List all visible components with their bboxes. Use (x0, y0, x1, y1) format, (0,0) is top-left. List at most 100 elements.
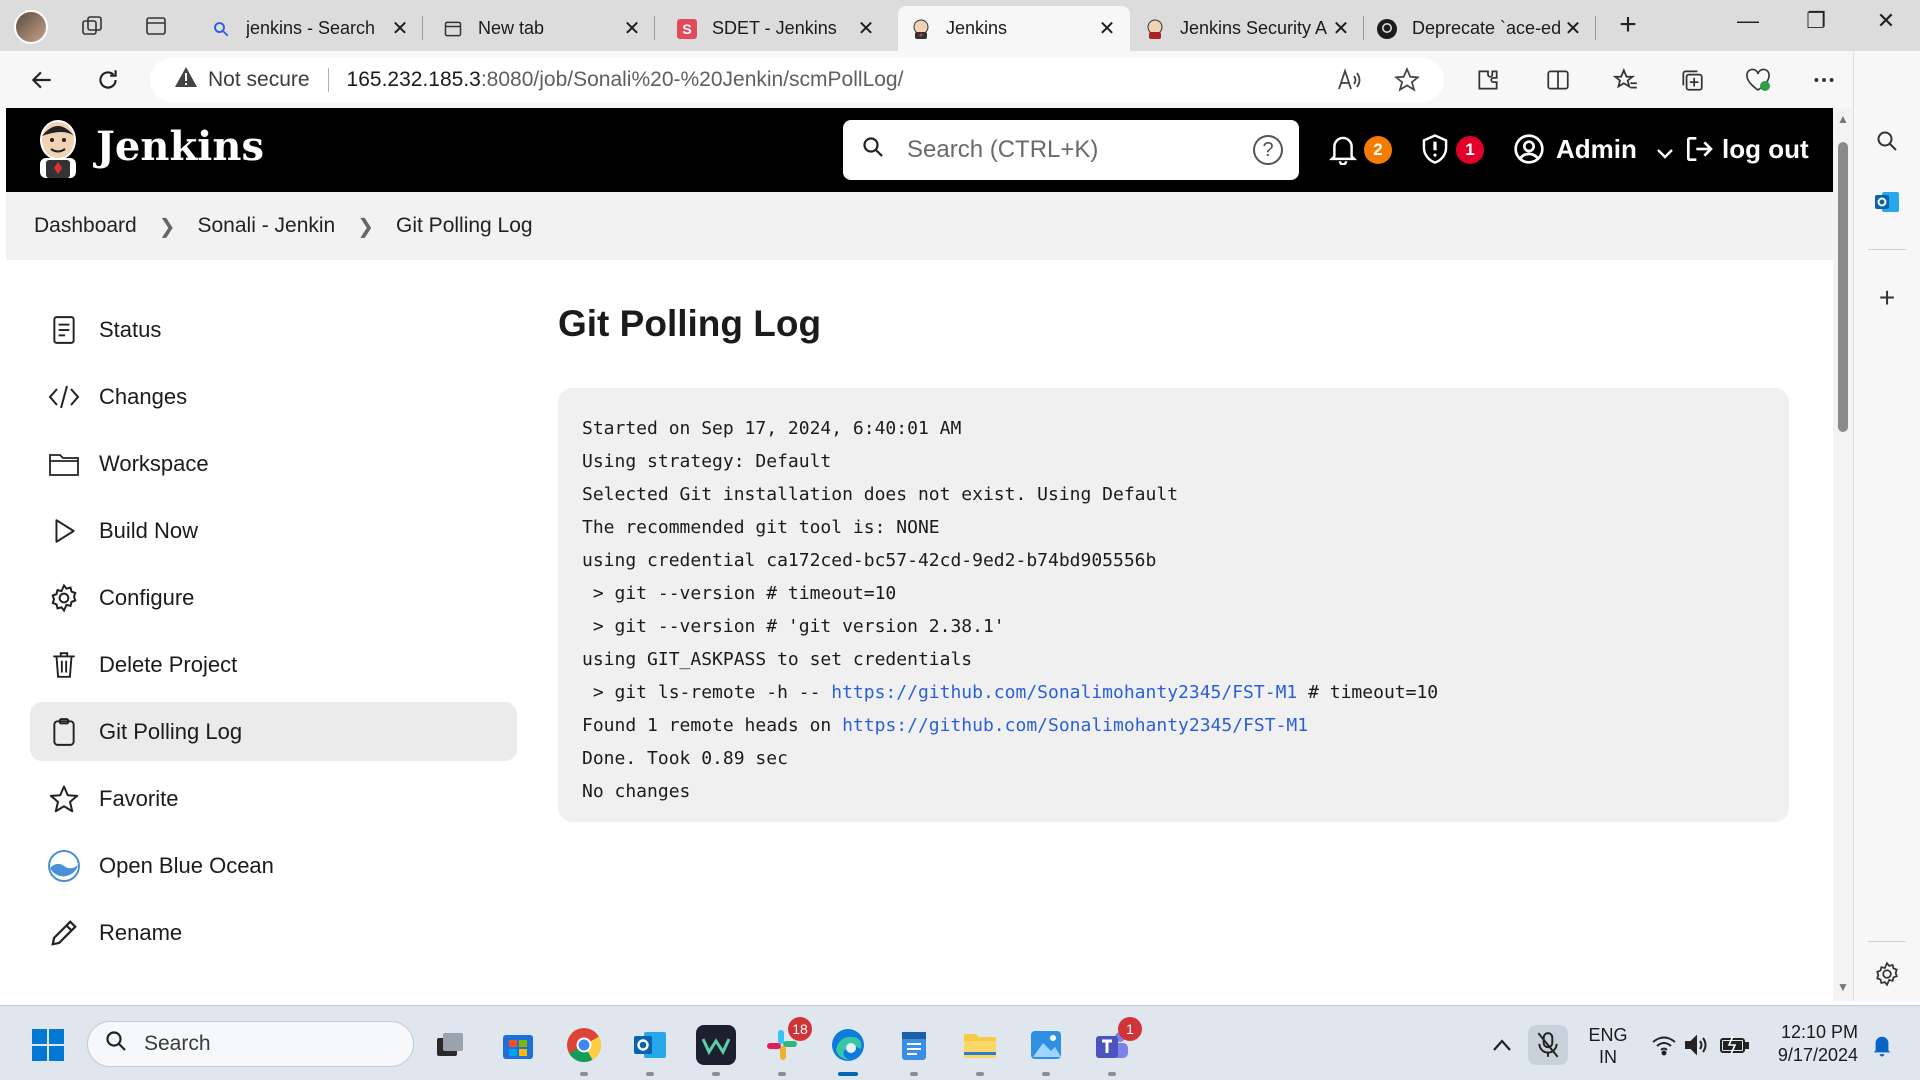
breadcrumb-current[interactable]: Git Polling Log (396, 214, 533, 238)
edge-icon[interactable] (828, 1025, 868, 1076)
sidebar-item-git-polling-log[interactable]: Git Polling Log (30, 702, 517, 761)
read-aloud-icon[interactable] (1336, 67, 1362, 99)
clock[interactable]: 12:10 PM 9/17/2024 (1766, 1021, 1858, 1067)
browser-essentials-icon[interactable] (1742, 64, 1774, 96)
repo-link[interactable]: https://github.com/Sonalimohanty2345/FST… (842, 715, 1308, 736)
sidebar-item-status[interactable]: Status (30, 300, 517, 359)
teams-icon[interactable]: 1 (1092, 1017, 1142, 1076)
log-line: Started on Sep 17, 2024, 6:40:01 AM (582, 418, 962, 439)
taskbar-search-label[interactable]: Search (144, 1032, 211, 1056)
task-view-icon[interactable] (430, 1025, 470, 1065)
jenkins-title[interactable]: Jenkins (96, 123, 264, 170)
sidebar-item-changes[interactable]: Changes (30, 367, 517, 426)
warning-icon[interactable] (174, 66, 200, 94)
split-screen-icon[interactable] (1542, 64, 1574, 96)
chevron-down-icon[interactable] (1656, 136, 1674, 167)
sidebar-item-open-blue-ocean[interactable]: Open Blue Ocean (30, 836, 517, 895)
scroll-up-arrow[interactable]: ▲ (1836, 112, 1850, 126)
slack-icon[interactable]: 18 (762, 1017, 812, 1076)
breadcrumb-project[interactable]: Sonali - Jenkin (198, 214, 336, 238)
user-avatar-icon[interactable] (1512, 132, 1546, 166)
battery-icon[interactable] (1714, 1025, 1754, 1065)
outlook-icon[interactable] (1872, 187, 1902, 217)
shield-icon[interactable] (1418, 132, 1452, 166)
bell-icon[interactable] (1326, 132, 1360, 166)
page-scrollbar[interactable]: ▲ ▼ (1833, 108, 1853, 1001)
minimize-button[interactable]: — (1728, 8, 1768, 34)
notepad-icon[interactable] (894, 1025, 934, 1076)
extensions-icon[interactable] (1472, 64, 1504, 96)
breadcrumb-dashboard[interactable]: Dashboard (34, 214, 137, 238)
tab-sdet-jenkins[interactable]: S SDET - Jenkins ✕ (664, 6, 889, 51)
close-icon[interactable]: ✕ (621, 16, 643, 41)
webex-icon[interactable] (696, 1025, 736, 1076)
notepad-icon (47, 313, 81, 347)
repo-link[interactable]: https://github.com/Sonalimohanty2345/FST… (831, 682, 1297, 703)
close-icon[interactable]: ✕ (389, 16, 411, 41)
close-icon[interactable]: ✕ (1330, 16, 1352, 41)
volume-icon[interactable] (1676, 1025, 1716, 1065)
collections-icon[interactable] (1676, 64, 1708, 96)
profile-avatar[interactable] (14, 10, 48, 44)
tab-jenkins-security[interactable]: Jenkins Security A ✕ (1132, 6, 1364, 51)
sidebar-item-label: Open Blue Ocean (99, 852, 274, 878)
sidebar-item-build-now[interactable]: Build Now (30, 501, 517, 560)
gear-icon[interactable] (1872, 959, 1902, 989)
sidebar-item-workspace[interactable]: Workspace (30, 434, 517, 493)
user-menu[interactable]: Admin (1556, 134, 1674, 167)
taskbar-search[interactable]: Search (87, 1021, 414, 1067)
scrollbar-thumb[interactable] (1838, 142, 1848, 432)
chevron-right-icon[interactable]: ❯ (159, 214, 176, 239)
microsoft-store-icon[interactable] (498, 1025, 538, 1065)
scroll-down-arrow[interactable]: ▼ (1836, 980, 1850, 994)
sidebar-item-label: Rename (99, 919, 183, 945)
outlook-icon[interactable] (630, 1025, 670, 1076)
logout-link[interactable]: log out (1722, 134, 1809, 165)
close-window-button[interactable]: ✕ (1866, 8, 1906, 34)
windows-start-icon[interactable] (28, 1025, 68, 1065)
security-badge[interactable]: 1 (1456, 136, 1484, 164)
tab-jenkins-search[interactable]: jenkins - Search ✕ (198, 6, 423, 51)
notification-bell-icon[interactable] (1862, 1025, 1902, 1065)
sidebar-item-favorite[interactable]: Favorite (30, 769, 517, 828)
notifications-badge[interactable]: 2 (1364, 136, 1392, 164)
jenkins-logo[interactable] (34, 118, 82, 180)
chevron-right-icon[interactable]: ❯ (357, 214, 374, 239)
user-name[interactable]: Admin (1556, 134, 1637, 164)
workspaces-icon[interactable] (76, 10, 108, 42)
help-icon[interactable]: ? (1253, 135, 1283, 165)
restore-button[interactable]: ❐ (1796, 8, 1836, 34)
sidebar-item-label: Changes (99, 383, 188, 409)
github-icon (1376, 18, 1398, 40)
search-icon[interactable] (1872, 126, 1902, 156)
file-explorer-icon[interactable] (960, 1025, 1000, 1076)
favorite-star-icon[interactable] (1393, 66, 1421, 99)
add-sidebar-app-icon[interactable]: + (1872, 282, 1902, 313)
jenkins-favicon (1144, 18, 1166, 40)
address-bar[interactable]: Not secure 165.232.185.3:8080/job/Sonali… (150, 58, 1444, 102)
close-icon[interactable]: ✕ (1096, 16, 1118, 41)
refresh-button[interactable] (92, 64, 124, 96)
back-button[interactable] (26, 64, 58, 96)
new-tab-button[interactable]: + (1612, 10, 1644, 40)
search-input[interactable]: Search (CTRL+K) (907, 136, 1253, 164)
tab-new-tab[interactable]: New tab ✕ (430, 6, 655, 51)
more-menu-icon[interactable] (1808, 64, 1840, 96)
favorites-icon[interactable] (1610, 64, 1642, 96)
logout-icon[interactable] (1682, 132, 1716, 166)
chevron-up-icon[interactable] (1482, 1025, 1522, 1065)
language-indicator[interactable]: ENG IN (1588, 1024, 1628, 1068)
tab-github-deprecate[interactable]: Deprecate `ace-ed ✕ (1364, 6, 1596, 51)
vertical-tabs-icon[interactable] (140, 10, 172, 42)
jenkins-search-box[interactable]: Search (CTRL+K) ? (843, 120, 1299, 180)
sidebar-item-delete-project[interactable]: Delete Project (30, 635, 517, 694)
close-icon[interactable]: ✕ (1562, 16, 1584, 41)
sidebar-item-rename[interactable]: Rename (30, 903, 517, 962)
close-icon[interactable]: ✕ (855, 16, 877, 41)
chrome-icon[interactable] (564, 1025, 604, 1076)
sidebar-item-configure[interactable]: Configure (30, 568, 517, 627)
tab-jenkins[interactable]: Jenkins ✕ (898, 6, 1130, 51)
log-line: Done. Took 0.89 sec (582, 748, 788, 769)
photos-icon[interactable] (1026, 1025, 1066, 1076)
mic-muted-icon[interactable] (1528, 1025, 1568, 1065)
